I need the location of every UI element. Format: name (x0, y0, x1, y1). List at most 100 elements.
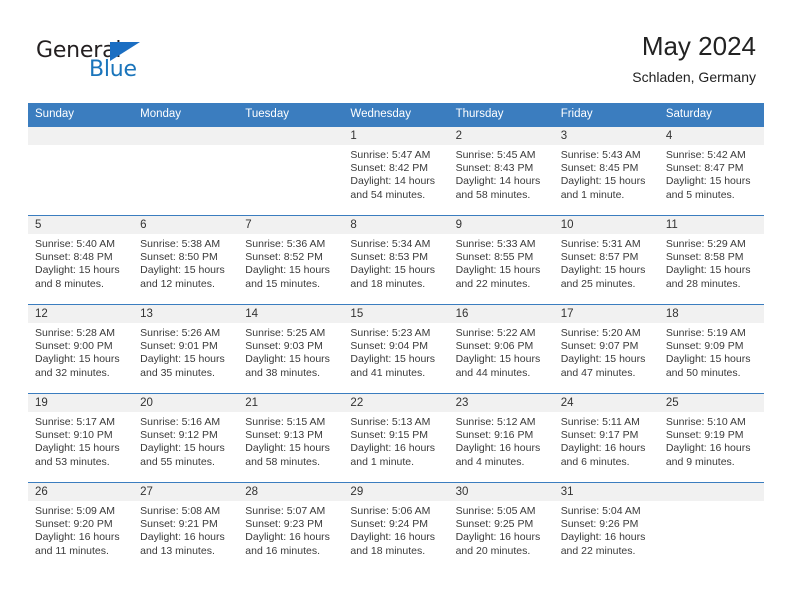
calendar-day-cell[interactable]: 13 Sunrise: 5:26 AM Sunset: 9:01 PM Dayligh… (133, 304, 239, 394)
calendar-day-cell[interactable]: 6 Sunrise: 5:38 AM Sunset: 8:50 PM Daylight… (133, 215, 239, 305)
calendar-day-cell[interactable]: 17 Sunrise: 5:20 AM Sunset: 9:07 PM Dayligh… (553, 304, 659, 394)
calendar-day-cell[interactable]: 4 Sunrise: 5:42 AM Sunset: 8:47 PM Daylight… (658, 126, 764, 216)
day-number: 11 (658, 216, 764, 234)
calendar-day-cell[interactable]: 16 Sunrise: 5:22 AM Sunset: 9:06 PM Dayligh… (448, 304, 554, 394)
sunrise-text: Sunrise: 5:07 AM (245, 505, 326, 517)
day-cell-inner: 28 Sunrise: 5:07 AM Sunset: 9:23 PM Dayligh… (238, 483, 344, 571)
calendar-day-cell[interactable]: 15 Sunrise: 5:23 AM Sunset: 9:04 PM Dayligh… (343, 304, 449, 394)
calendar-day-cell[interactable]: 26 Sunrise: 5:09 AM Sunset: 9:20 PM Dayligh… (28, 482, 134, 571)
day-cell-inner: 18 Sunrise: 5:19 AM Sunset: 9:09 PM Dayligh… (658, 305, 764, 393)
day-info (238, 145, 343, 149)
calendar-day-cell[interactable]: 30 Sunrise: 5:05 AM Sunset: 9:25 PM Dayligh… (448, 482, 554, 571)
sunset-text: Sunset: 9:26 PM (560, 518, 639, 531)
day-cell-inner (658, 483, 764, 571)
calendar-day-cell[interactable]: 12 Sunrise: 5:28 AM Sunset: 9:00 PM Dayligh… (28, 304, 134, 394)
sunset-text: Sunset: 8:52 PM (245, 251, 323, 264)
calendar-day-cell[interactable]: 28 Sunrise: 5:07 AM Sunset: 9:23 PM Dayligh… (238, 482, 344, 571)
calendar-day-cell[interactable]: 25 Sunrise: 5:10 AM Sunset: 9:19 PM Dayligh… (658, 393, 764, 483)
calendar-day-cell[interactable]: 1 Sunrise: 5:47 AM Sunset: 8:42 PM Daylight… (343, 126, 449, 216)
sunrise-sunset-calendar-table: Sunday Monday Tuesday Wednesday Thursday… (28, 103, 764, 571)
daylight-text-line2: and 12 minutes. (140, 277, 215, 290)
calendar-day-cell[interactable]: 3 Sunrise: 5:43 AM Sunset: 8:45 PM Daylight… (553, 126, 659, 216)
title-block: May 2024 Schladen, Germany (632, 30, 756, 87)
calendar-day-cell[interactable]: 5 Sunrise: 5:40 AM Sunset: 8:48 PM Daylight… (28, 215, 134, 305)
sunrise-text: Sunrise: 5:22 AM (455, 327, 536, 339)
calendar-day-cell[interactable]: 10 Sunrise: 5:31 AM Sunset: 8:57 PM Dayligh… (553, 215, 659, 305)
sunrise-text: Sunrise: 5:34 AM (350, 238, 431, 250)
daylight-text-line1: Daylight: 14 hours (455, 175, 541, 188)
daylight-text-line1: Daylight: 15 hours (455, 264, 541, 277)
calendar-day-cell[interactable]: 23 Sunrise: 5:12 AM Sunset: 9:16 PM Dayligh… (448, 393, 554, 483)
weekday-header-sunday: Sunday (28, 103, 134, 127)
sunset-text: Sunset: 8:58 PM (665, 251, 744, 264)
sunset-text: Sunset: 8:55 PM (455, 251, 534, 264)
calendar-header-row: Sunday Monday Tuesday Wednesday Thursday… (28, 103, 764, 127)
daylight-text-line2: and 58 minutes. (245, 455, 320, 468)
day-number: 20 (133, 394, 239, 412)
calendar-day-cell[interactable]: 20 Sunrise: 5:16 AM Sunset: 9:12 PM Dayligh… (133, 393, 239, 483)
sunrise-text: Sunrise: 5:08 AM (140, 505, 221, 517)
calendar-day-cell[interactable]: 9 Sunrise: 5:33 AM Sunset: 8:55 PM Daylight… (448, 215, 554, 305)
daylight-text-line1: Daylight: 15 hours (140, 442, 225, 455)
daylight-text-line1: Daylight: 15 hours (455, 353, 541, 366)
calendar-week-row: 19 Sunrise: 5:17 AM Sunset: 9:10 PM Dayligh… (28, 393, 764, 483)
daylight-text-line1: Daylight: 15 hours (560, 175, 646, 188)
day-cell-inner: 20 Sunrise: 5:16 AM Sunset: 9:12 PM Dayligh… (133, 394, 239, 482)
daylight-text-line1: Daylight: 16 hours (560, 442, 646, 455)
sunrise-text: Sunrise: 5:28 AM (35, 327, 115, 339)
sunrise-text: Sunrise: 5:13 AM (350, 416, 431, 428)
page-header: General Blue May 2024 Schladen, Germany (0, 0, 792, 103)
calendar-day-cell[interactable]: 11 Sunrise: 5:29 AM Sunset: 8:58 PM Dayligh… (658, 215, 764, 305)
day-info: Sunrise: 5:29 AM Sunset: 8:58 PM Daylight:… (659, 234, 764, 291)
calendar-day-cell[interactable]: 24 Sunrise: 5:11 AM Sunset: 9:17 PM Dayligh… (553, 393, 659, 483)
day-number: 30 (448, 483, 554, 501)
calendar-day-cell[interactable]: 7 Sunrise: 5:36 AM Sunset: 8:52 PM Daylight… (238, 215, 344, 305)
calendar-day-cell[interactable]: 27 Sunrise: 5:08 AM Sunset: 9:21 PM Dayligh… (133, 482, 239, 571)
sunrise-text: Sunrise: 5:04 AM (560, 505, 641, 517)
daylight-text-line2: and 1 minute. (350, 455, 415, 468)
sunset-text: Sunset: 8:47 PM (665, 162, 744, 175)
calendar-day-cell-empty (133, 126, 239, 216)
daylight-text-line2: and 25 minutes. (560, 277, 636, 290)
calendar-day-cell[interactable]: 22 Sunrise: 5:13 AM Sunset: 9:15 PM Dayligh… (343, 393, 449, 483)
sunset-text: Sunset: 9:10 PM (35, 429, 113, 442)
page-title: May 2024 (641, 31, 756, 61)
daylight-text-line1: Daylight: 15 hours (245, 442, 330, 455)
calendar-day-cell[interactable]: 31 Sunrise: 5:04 AM Sunset: 9:26 PM Dayligh… (553, 482, 659, 571)
calendar-day-cell[interactable]: 8 Sunrise: 5:34 AM Sunset: 8:53 PM Daylight… (343, 215, 449, 305)
sunrise-text: Sunrise: 5:17 AM (35, 416, 115, 428)
day-number: 3 (553, 127, 659, 145)
day-number (238, 127, 344, 145)
daylight-text-line1: Daylight: 15 hours (665, 353, 751, 366)
daylight-text-line2: and 22 minutes. (455, 277, 531, 290)
calendar-day-cell[interactable]: 2 Sunrise: 5:45 AM Sunset: 8:43 PM Daylight… (448, 126, 554, 216)
daylight-text-line2: and 20 minutes. (455, 544, 531, 557)
daylight-text-line2: and 22 minutes. (560, 544, 636, 557)
day-cell-inner: 21 Sunrise: 5:15 AM Sunset: 9:13 PM Dayligh… (238, 394, 344, 482)
calendar-day-cell[interactable]: 21 Sunrise: 5:15 AM Sunset: 9:13 PM Dayligh… (238, 393, 344, 483)
day-number: 15 (343, 305, 449, 323)
day-cell-inner: 24 Sunrise: 5:11 AM Sunset: 9:17 PM Dayligh… (553, 394, 659, 482)
day-info: Sunrise: 5:12 AM Sunset: 9:16 PM Daylight:… (449, 412, 554, 469)
daylight-text-line1: Daylight: 16 hours (455, 442, 541, 455)
day-number: 5 (28, 216, 134, 234)
weekday-header-wednesday: Wednesday (343, 103, 449, 127)
calendar-day-cell[interactable]: 18 Sunrise: 5:19 AM Sunset: 9:09 PM Dayligh… (658, 304, 764, 394)
calendar-day-cell[interactable]: 14 Sunrise: 5:25 AM Sunset: 9:03 PM Dayligh… (238, 304, 344, 394)
calendar-week-row: 5 Sunrise: 5:40 AM Sunset: 8:48 PM Daylight… (28, 215, 764, 305)
calendar-day-cell[interactable]: 29 Sunrise: 5:06 AM Sunset: 9:24 PM Dayligh… (343, 482, 449, 571)
day-info: Sunrise: 5:15 AM Sunset: 9:13 PM Daylight:… (238, 412, 343, 469)
sunrise-text: Sunrise: 5:42 AM (665, 149, 746, 161)
weekday-header-monday: Monday (133, 103, 239, 127)
day-cell-inner: 26 Sunrise: 5:09 AM Sunset: 9:20 PM Dayligh… (28, 483, 134, 571)
daylight-text-line2: and 5 minutes. (665, 188, 735, 201)
day-cell-inner: 11 Sunrise: 5:29 AM Sunset: 8:58 PM Dayligh… (658, 216, 764, 304)
sunrise-text: Sunrise: 5:12 AM (455, 416, 536, 428)
daylight-text-line1: Daylight: 16 hours (350, 442, 436, 455)
daylight-text-line2: and 18 minutes. (350, 277, 426, 290)
day-number: 16 (448, 305, 554, 323)
calendar-day-cell[interactable]: 19 Sunrise: 5:17 AM Sunset: 9:10 PM Dayligh… (28, 393, 134, 483)
day-cell-inner: 10 Sunrise: 5:31 AM Sunset: 8:57 PM Dayligh… (553, 216, 659, 304)
weekday-header-saturday: Saturday (658, 103, 764, 127)
day-info: Sunrise: 5:17 AM Sunset: 9:10 PM Daylight:… (28, 412, 133, 469)
